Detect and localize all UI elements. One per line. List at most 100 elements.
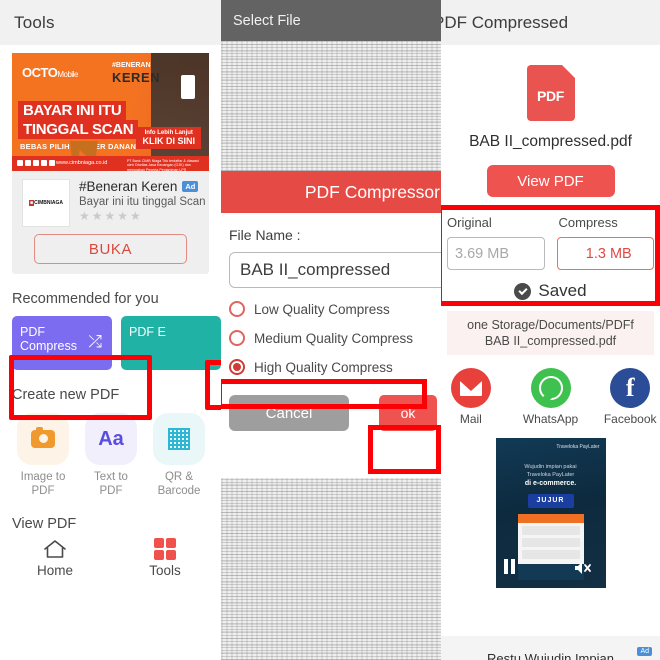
radio-high-quality-icon xyxy=(229,359,245,375)
compressed-title: PDF Compressed xyxy=(441,12,569,32)
tile-qr-barcode-label2: Barcode xyxy=(157,485,201,497)
page-title: Tools xyxy=(14,12,55,32)
recommended-section-title: Recommended for you xyxy=(12,291,159,307)
pause-icon[interactable] xyxy=(503,559,515,574)
tile-image-to-pdf-label2: PDF xyxy=(31,485,55,497)
video-ad-brand: Traveloka PayLater xyxy=(556,444,600,450)
share-whatsapp[interactable]: WhatsApp xyxy=(521,368,581,426)
ad-cups-graphic xyxy=(70,141,98,157)
facebook-icon: f xyxy=(610,368,651,408)
video-ad-line3: di e-commerce. xyxy=(524,480,577,487)
option-medium-quality-label: Medium Quality Compress xyxy=(254,330,414,346)
whatsapp-icon xyxy=(530,368,571,408)
dialog-title-bar: PDF Compressor xyxy=(221,171,441,213)
share-whatsapp-label: WhatsApp xyxy=(522,412,579,426)
video-ad-line2: Traveloka PayLater xyxy=(526,472,575,478)
video-ad-line1: Wujudin impian pakai xyxy=(524,464,577,470)
share-mail-label: Mail xyxy=(459,412,482,426)
bottom-nav: Home Tools xyxy=(0,538,221,578)
compressed-header: PDF Compressed xyxy=(441,0,660,45)
blurred-file-list-top xyxy=(221,41,441,171)
share-mail[interactable]: Mail xyxy=(441,368,501,426)
pdf-badge-label: PDF xyxy=(536,88,565,104)
file-name-input[interactable]: BAB II_compressed xyxy=(229,252,441,288)
nav-item-tools-label: Tools xyxy=(149,563,181,578)
save-path-line1: one Storage/Documents/PDFf xyxy=(467,318,634,332)
option-high-quality[interactable]: High Quality Compress xyxy=(229,359,441,375)
save-path-line2: BAB II_compressed.pdf xyxy=(484,334,617,348)
ad-footer-bar: www.cimbniaga.co.id PT Bank CIMB Niaga T… xyxy=(12,156,209,171)
save-path: one Storage/Documents/PDFf BAB II_compre… xyxy=(447,311,654,355)
tile-text-to-pdf[interactable]: Aa Text to PDF xyxy=(80,413,142,498)
file-name-label: File Name : xyxy=(229,227,301,243)
option-high-quality-label: High Quality Compress xyxy=(254,359,393,375)
dialog-title: PDF Compressor xyxy=(304,181,440,202)
tile-text-to-pdf-label2: PDF xyxy=(99,485,123,497)
highlight-box-pdf-compress xyxy=(9,355,152,420)
select-file-header: Select File xyxy=(221,0,441,41)
ad-banner-image[interactable]: OCTOMobile #BENERAN KEREN BAYAR INI ITU … xyxy=(12,53,209,171)
pdf-file-icon: PDF xyxy=(526,65,575,121)
ad-headline-line2: TINGGAL SCAN xyxy=(18,120,139,139)
grid-tools-icon xyxy=(154,538,176,560)
tile-pdf-edit-label1: PDF E xyxy=(129,325,166,339)
video-ad[interactable]: Traveloka PayLater Wujudin impian pakai … xyxy=(495,438,606,588)
radio-medium-quality-icon xyxy=(229,330,245,346)
tile-qr-barcode-label1: QR & xyxy=(164,471,194,483)
ad-install-button[interactable]: BUKA xyxy=(34,234,187,264)
ad-footer-url: www.cimbniaga.co.id xyxy=(56,160,108,166)
file-name-value: BAB II_compressed xyxy=(240,260,391,279)
tile-image-to-pdf[interactable]: Image to PDF xyxy=(12,413,74,498)
select-file-title: Select File xyxy=(233,12,301,29)
create-tiles: Image to PDF Aa Text to PDF QR & Barcode xyxy=(12,413,221,498)
ad-social-icons xyxy=(17,160,55,166)
view-pdf-button[interactable]: View PDF xyxy=(486,165,615,197)
video-ad-card-graphic xyxy=(517,514,584,566)
share-facebook-label: Facebook xyxy=(603,412,657,426)
ad-cta-big: KLIK DI SINI xyxy=(142,136,195,146)
option-medium-quality[interactable]: Medium Quality Compress xyxy=(229,330,441,346)
ad-footer-disclaimer: PT Bank CIMB Niaga Tbk terdaftar & diawa… xyxy=(127,159,199,171)
nav-item-tools[interactable]: Tools xyxy=(110,538,220,578)
tools-screen: Tools OCTOMobile #BENERAN KEREN BAYAR IN… xyxy=(0,0,221,660)
share-options: Mail WhatsApp f Facebook xyxy=(441,368,660,426)
compressed-file-name: BAB II_compressed.pdf xyxy=(469,133,632,150)
tile-qr-barcode[interactable]: QR & Barcode xyxy=(148,413,210,498)
ad-meta: ■CIMBNIAGA #Beneran Keren Ad Bayar ini i… xyxy=(12,171,209,227)
view-pdf-section-title: View PDF xyxy=(12,516,77,532)
pdf-compressed-screen: PDF Compressed PDF BAB II_compressed.pdf… xyxy=(441,0,660,660)
ad-app-title: #Beneran Keren xyxy=(79,179,178,194)
highlight-box-high-quality xyxy=(221,379,427,409)
ad-rating-stars: ★★★★★ xyxy=(79,209,143,223)
mute-icon[interactable] xyxy=(574,560,592,576)
ad-cta[interactable]: Info Lebih Lanjut KLIK DI SINI xyxy=(136,127,201,149)
ad-tag-small: #BENERAN xyxy=(112,62,151,69)
highlight-box-ok xyxy=(368,425,441,474)
highlight-box-edge xyxy=(205,360,221,410)
video-ad-badge: JUJUR xyxy=(527,494,574,508)
ad-headline-line1: BAYAR INI ITU xyxy=(18,101,127,120)
bottom-ad-badge: Ad xyxy=(637,647,652,656)
share-facebook[interactable]: f Facebook xyxy=(600,368,660,426)
camera-icon xyxy=(31,427,55,448)
option-low-quality[interactable]: Low Quality Compress xyxy=(229,301,441,317)
nav-item-home-label: Home xyxy=(36,563,73,578)
compress-arrows-icon: ⤮ xyxy=(88,332,102,351)
ad-phone-graphic xyxy=(181,75,195,99)
text-aa-icon: Aa xyxy=(98,427,124,450)
mail-icon xyxy=(450,368,491,408)
ad-card[interactable]: OCTOMobile #BENERAN KEREN BAYAR INI ITU … xyxy=(12,53,209,274)
ad-person-photo xyxy=(151,53,209,171)
tile-image-to-pdf-label1: Image to xyxy=(20,471,66,483)
tools-header: Tools xyxy=(0,0,221,45)
view-pdf-button-label: View PDF xyxy=(517,172,584,190)
ad-brand: OCTOMobile xyxy=(22,65,78,80)
nav-item-home[interactable]: Home xyxy=(0,538,110,578)
qr-code-icon xyxy=(168,428,190,450)
option-low-quality-label: Low Quality Compress xyxy=(254,301,390,317)
ad-app-subtitle: Bayar ini itu tinggal Scan xyxy=(79,196,206,208)
ad-badge: Ad xyxy=(182,181,199,192)
ad-app-icon: ■CIMBNIAGA xyxy=(22,179,70,227)
advertiser-logo: ■CIMBNIAGA xyxy=(29,200,63,206)
home-icon xyxy=(42,538,68,560)
